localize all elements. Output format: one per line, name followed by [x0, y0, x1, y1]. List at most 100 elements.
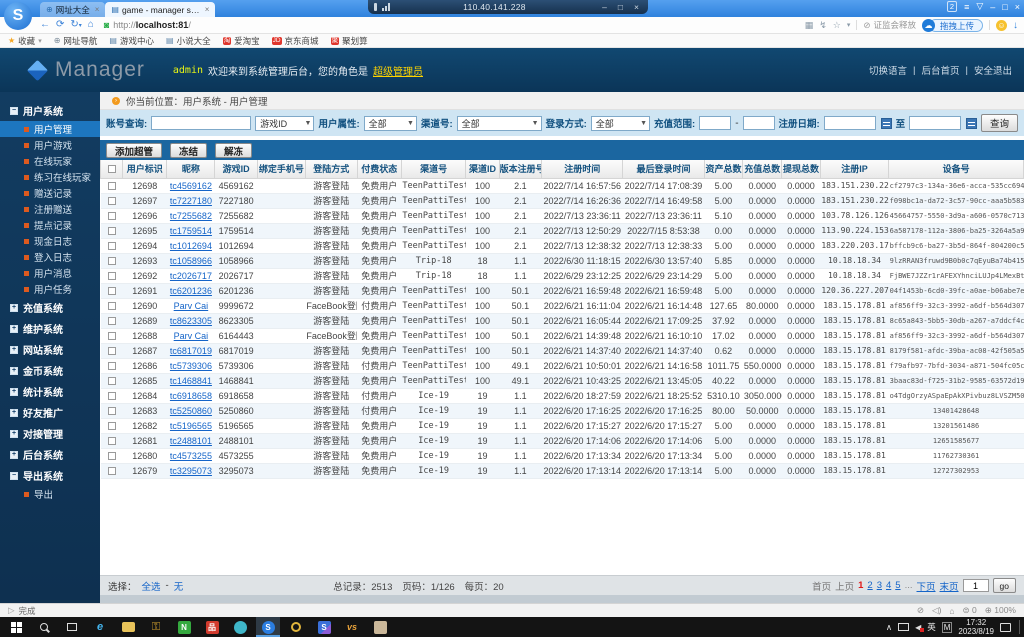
sidebar-section-用户系统[interactable]: − 用户系统 — [0, 100, 100, 121]
pin-icon[interactable] — [374, 3, 377, 11]
search-type-select[interactable]: 游戏ID ▼ — [255, 115, 315, 131]
sidebar-section-维护系统[interactable]: + 维护系统 — [0, 318, 100, 339]
show-desktop-button[interactable] — [1019, 620, 1020, 634]
notification-center-icon[interactable] — [1000, 622, 1011, 632]
tab-count-badge[interactable]: 2 — [946, 1, 958, 12]
sidebar-section-后台系统[interactable]: + 后台系统 — [0, 444, 100, 465]
sidebar-item-导出[interactable]: 导出 — [0, 486, 100, 502]
apps-grid-icon[interactable]: ▦ — [805, 20, 814, 31]
rdp-minimize-button[interactable]: – — [599, 2, 610, 12]
tray-chevron-icon[interactable]: ∧ — [886, 622, 892, 633]
page-jump-input[interactable] — [962, 579, 989, 592]
sidebar-section-导出系统[interactable]: − 导出系统 — [0, 465, 100, 486]
browser-tab-manager[interactable]: ▤ game - manager syst × — [105, 2, 216, 17]
row-checkbox[interactable] — [107, 347, 116, 356]
nickname-link[interactable]: tc3295073 — [170, 466, 212, 476]
sidebar-section-充值系统[interactable]: + 充值系统 — [0, 297, 100, 318]
backend-home-link[interactable]: 后台首页 — [922, 63, 960, 77]
taskbar-app-map[interactable] — [368, 617, 392, 637]
browser-360-logo-icon[interactable]: S — [4, 2, 32, 30]
rdp-close-button[interactable]: × — [631, 2, 642, 12]
menu-icon[interactable]: ≡ — [964, 2, 969, 12]
search-button[interactable] — [32, 617, 56, 637]
history-dropdown-icon[interactable]: ↻▾ — [70, 20, 81, 30]
recharge-max-input[interactable] — [742, 116, 775, 130]
expand-icon[interactable]: + — [10, 387, 18, 396]
nickname-link[interactable]: tc6201236 — [170, 286, 212, 296]
shield-count[interactable]: ⊜ 0 — [963, 605, 977, 616]
bookmark-item[interactable]: 聚聚划算 — [330, 35, 368, 47]
channel-select[interactable]: 全部 ▼ — [456, 115, 542, 131]
volume-icon[interactable]: ◀ — [915, 623, 925, 632]
start-button[interactable] — [4, 617, 28, 637]
news-ticker[interactable]: ⊘ 证监会释放 — [863, 19, 916, 31]
row-checkbox[interactable] — [107, 452, 116, 461]
sidebar-item-赠送记录[interactable]: 赠送记录 — [0, 185, 100, 201]
sidebar-section-好友推广[interactable]: + 好友推广 — [0, 402, 100, 423]
sidebar-item-用户消息[interactable]: 用户消息 — [0, 265, 100, 281]
smiley-icon[interactable]: ☺ — [996, 19, 1007, 31]
row-checkbox[interactable] — [107, 197, 116, 206]
sidebar-item-用户游戏[interactable]: 用户游戏 — [0, 137, 100, 153]
row-checkbox[interactable] — [107, 182, 116, 191]
skin-icon[interactable]: ▽ — [976, 1, 983, 12]
select-all-checkbox[interactable] — [107, 165, 116, 174]
row-checkbox[interactable] — [107, 422, 116, 431]
select-all-link[interactable]: 全选 — [142, 579, 161, 593]
register-date-to-input[interactable] — [909, 116, 962, 130]
download-icon[interactable]: ↓ — [1013, 20, 1018, 31]
nickname-link[interactable]: tc1012694 — [170, 241, 212, 251]
nickname-link[interactable]: tc2488101 — [170, 436, 212, 446]
row-checkbox[interactable] — [107, 332, 116, 341]
taskbar-app-explorer[interactable] — [116, 617, 140, 637]
taskbar-app-db[interactable]: S — [312, 617, 336, 637]
chevron-down-icon[interactable]: ▾ — [847, 21, 851, 29]
bookmark-item[interactable]: JD 京东商城 — [271, 35, 319, 47]
page-go-button[interactable]: go — [992, 578, 1016, 593]
next-page-link[interactable]: 下页 — [917, 579, 936, 593]
nickname-link[interactable]: tc1058966 — [170, 256, 212, 266]
last-page-link[interactable]: 末页 — [940, 579, 959, 593]
taskbar-app-key[interactable]: ⚿ — [144, 617, 168, 637]
taskbar-clock[interactable]: 17:32 2023/8/19 — [958, 618, 994, 636]
logout-link[interactable]: 安全退出 — [974, 63, 1012, 77]
sidebar-item-登入日志[interactable]: 登入日志 — [0, 249, 100, 265]
speaker-icon[interactable]: ◁) — [932, 605, 941, 616]
sidebar-item-练习在线玩家[interactable]: 练习在线玩家 — [0, 169, 100, 185]
taskbar-app-network[interactable]: 品 — [200, 617, 224, 637]
expand-icon[interactable]: + — [10, 345, 18, 354]
sidebar-item-用户任务[interactable]: 用户任务 — [0, 281, 100, 297]
switch-language-link[interactable]: 切换语言 — [869, 63, 907, 77]
taskbar-app-navicat[interactable]: N — [172, 617, 196, 637]
drag-upload-button[interactable]: ☁ 拖拽上传 — [921, 18, 983, 32]
nickname-link[interactable]: tc5196565 — [170, 421, 212, 431]
nickname-link[interactable]: Parv Cai — [174, 331, 209, 341]
row-checkbox[interactable] — [107, 392, 116, 401]
select-none-link[interactable]: 无 — [174, 579, 184, 593]
row-checkbox[interactable] — [107, 212, 116, 221]
sidebar-item-在线玩家[interactable]: 在线玩家 — [0, 153, 100, 169]
nickname-link[interactable]: tc4573255 — [170, 451, 212, 461]
bookmark-item[interactable]: ★ 收藏 ▾ — [8, 35, 42, 47]
favorite-star-icon[interactable]: ☆ — [833, 20, 841, 31]
maximize-button[interactable]: □ — [1002, 2, 1007, 12]
nickname-link[interactable]: tc8623305 — [170, 316, 212, 326]
nickname-link[interactable]: tc7255682 — [170, 211, 212, 221]
nickname-link[interactable]: tc5250860 — [170, 406, 212, 416]
toolbar-button-解冻[interactable]: 解冻 — [215, 142, 253, 158]
expand-icon[interactable]: + — [10, 324, 18, 333]
home-icon[interactable]: ⌂ — [949, 606, 954, 616]
sidebar-item-注册赠送[interactable]: 注册赠送 — [0, 201, 100, 217]
sidebar-section-对接管理[interactable]: + 对接管理 — [0, 423, 100, 444]
page-link-3[interactable]: 3 — [877, 580, 882, 591]
page-link-4[interactable]: 4 — [886, 580, 891, 591]
nickname-link[interactable]: Parv Cai — [174, 301, 209, 311]
check-icon[interactable]: ⊘ — [917, 605, 924, 616]
home-icon[interactable]: ⌂ — [88, 20, 94, 30]
task-view-button[interactable] — [60, 617, 84, 637]
expand-icon[interactable]: + — [10, 450, 18, 459]
ime-indicator[interactable]: 英 — [927, 621, 936, 633]
prev-page-link[interactable]: 上页 — [835, 579, 854, 593]
minimize-button[interactable]: – — [990, 2, 995, 12]
row-checkbox[interactable] — [107, 362, 116, 371]
